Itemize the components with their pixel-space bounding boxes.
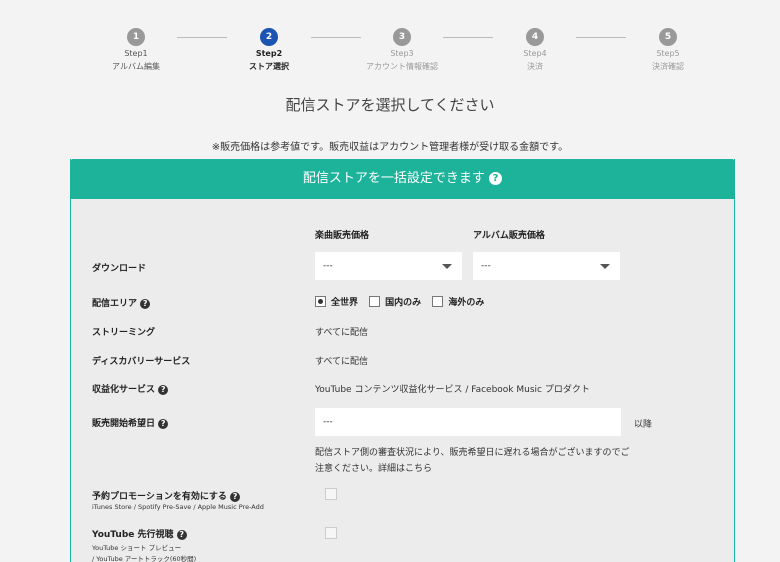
- promo-checkbox[interactable]: [325, 488, 337, 500]
- area-options: 全世界 国内のみ 海外のみ: [315, 295, 492, 308]
- panel-header-title: 配信ストアを一括設定できます: [302, 171, 485, 186]
- step-number: 2: [260, 28, 278, 46]
- area-option-label: 全世界: [331, 298, 359, 308]
- youtube-checkbox[interactable]: [325, 527, 337, 539]
- step-label: アカウント情報確認: [366, 62, 438, 71]
- step-name: Step4: [523, 49, 547, 58]
- step-number: 3: [393, 28, 411, 46]
- step-1[interactable]: 1 Step1 アルバム編集: [86, 28, 186, 72]
- start-date-note: 配信ストア側の審査状況により、販売希望日に遅れる場合がございますのでご注意くださ…: [315, 448, 630, 474]
- start-date-label-text: 販売開始希望日: [92, 419, 156, 429]
- area-option-worldwide[interactable]: 全世界: [315, 295, 358, 308]
- help-icon[interactable]: ?: [230, 492, 241, 502]
- promo-label-text: 予約プロモーションを有効にする: [92, 492, 227, 502]
- youtube-label: YouTube 先行視聴 ?: [92, 527, 187, 540]
- stepper: 1 Step1 アルバム編集 2 Step2 ストア選択 3 Step3 アカウ…: [0, 0, 780, 80]
- help-icon[interactable]: ?: [489, 172, 503, 185]
- help-icon[interactable]: ?: [140, 299, 151, 309]
- step-label: 決済確認: [652, 62, 684, 71]
- store-settings-panel: 配信ストアを一括設定できます ? 楽曲販売価格 アルバム販売価格 ダウンロード …: [70, 159, 735, 562]
- step-name: Step2: [255, 49, 283, 58]
- step-name: Step3: [390, 49, 414, 58]
- step-2: 2 Step2 ストア選択: [219, 28, 319, 72]
- area-label-text: 配信エリア: [92, 299, 138, 309]
- step-3: 3 Step3 アカウント情報確認: [352, 28, 452, 72]
- discovery-label: ディスカバリーサービス: [92, 357, 191, 367]
- step-name: Step1: [124, 49, 148, 58]
- streaming-value: すべてに配信: [315, 328, 369, 338]
- area-option-overseas[interactable]: 海外のみ: [432, 295, 484, 308]
- album-price-value: ---: [481, 261, 491, 271]
- checkbox-icon[interactable]: [369, 296, 381, 307]
- promo-label: 予約プロモーションを有効にする ?: [92, 489, 241, 502]
- help-icon[interactable]: ?: [158, 385, 169, 395]
- monetize-value: YouTube コンテンツ収益化サービス / Facebook Music プロ…: [315, 385, 590, 395]
- start-date-input[interactable]: ---: [315, 408, 621, 436]
- album-price-select[interactable]: ---: [473, 252, 620, 280]
- panel-header: 配信ストアを一括設定できます ?: [71, 159, 734, 199]
- step-number: 5: [659, 28, 677, 46]
- checkbox-icon[interactable]: [432, 296, 444, 307]
- song-price-header: 楽曲販売価格: [315, 231, 370, 241]
- area-option-label: 国内のみ: [385, 298, 422, 308]
- chevron-down-icon: [442, 264, 452, 269]
- help-icon[interactable]: ?: [158, 419, 169, 429]
- song-price-value: ---: [323, 261, 333, 271]
- start-date-label: 販売開始希望日 ?: [92, 416, 169, 429]
- step-label: 決済: [527, 62, 543, 71]
- youtube-sublabel: YouTube ショート プレビュー: [92, 544, 182, 552]
- download-label: ダウンロード: [92, 264, 147, 274]
- help-icon[interactable]: ?: [176, 530, 187, 540]
- area-option-domestic[interactable]: 国内のみ: [369, 295, 421, 308]
- step-label: ストア選択: [249, 62, 289, 71]
- album-price-header: アルバム販売価格: [473, 231, 545, 241]
- start-date-suffix: 以降: [634, 420, 653, 430]
- promo-sublabel: iTunes Store / Spotify Pre-Save / Apple …: [92, 503, 264, 511]
- streaming-label: ストリーミング: [92, 328, 156, 338]
- song-price-select[interactable]: ---: [315, 252, 462, 280]
- youtube-label-text: YouTube 先行視聴: [92, 530, 174, 540]
- price-notice: ※販売価格は参考値です。販売収益はアカウント管理者様が受け取る金額です。: [211, 142, 569, 153]
- step-number: 4: [526, 28, 544, 46]
- page-title: 配信ストアを選択してください: [285, 96, 495, 114]
- monetize-label: 収益化サービス ?: [92, 382, 169, 395]
- discovery-value: すべてに配信: [315, 357, 369, 367]
- step-name: Step5: [656, 49, 680, 58]
- area-option-label: 海外のみ: [448, 298, 485, 308]
- youtube-sublabel-2: / YouTube アートトラック(60秒間): [92, 555, 197, 562]
- monetize-label-text: 収益化サービス: [92, 385, 156, 395]
- step-number: 1: [127, 28, 145, 46]
- radio-checked-icon[interactable]: [315, 296, 326, 307]
- step-label: アルバム編集: [112, 62, 160, 71]
- chevron-down-icon: [600, 264, 610, 269]
- step-5: 5 Step5 決済確認: [618, 28, 718, 72]
- step-4: 4 Step4 決済: [485, 28, 585, 72]
- area-label: 配信エリア ?: [92, 296, 151, 309]
